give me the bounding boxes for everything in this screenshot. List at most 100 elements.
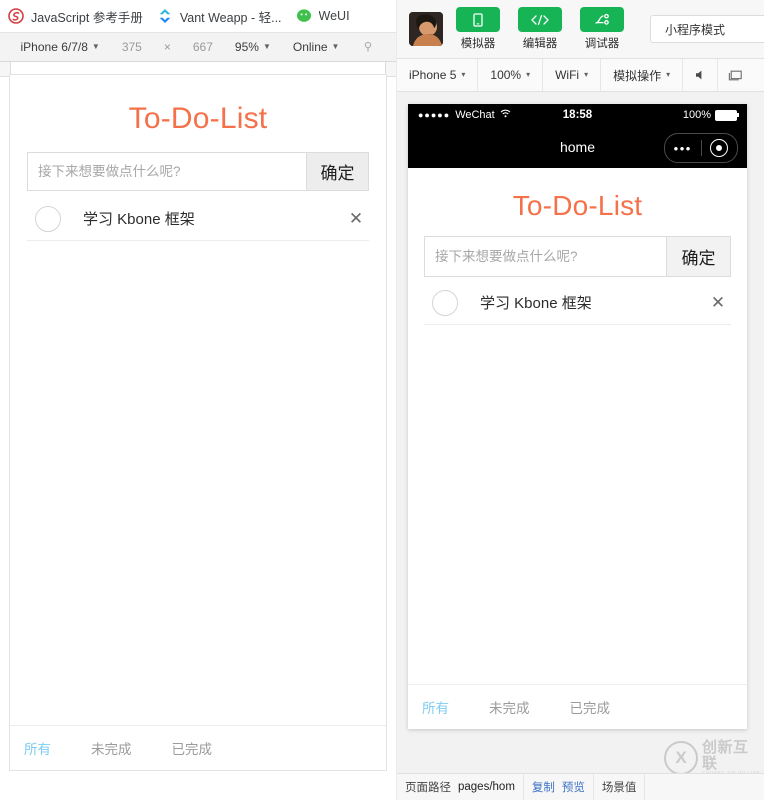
confirm-button[interactable]: 确定 bbox=[306, 153, 368, 190]
chevron-down-icon: ▼ bbox=[91, 42, 100, 51]
phone-simulator: ●●●●● WeChat 18:58 100% home ••• To-Do-L… bbox=[408, 104, 747, 729]
browser-tab-vant[interactable]: Vant Weapp - 轻... bbox=[157, 0, 296, 32]
devtools-status-bar: 页面路径 pages/hom 复制 预览 场景值 bbox=[397, 773, 764, 800]
todo-text: 学习 Kbone 框架 bbox=[480, 295, 592, 312]
tool-editor-label: 编辑器 bbox=[522, 38, 558, 50]
browser-tab-strip: JavaScript 参考手册 Vant Weapp - 轻... WeUI bbox=[0, 0, 396, 32]
wechat-capsule[interactable]: ••• bbox=[664, 133, 738, 163]
todo-checkbox[interactable] bbox=[432, 289, 458, 316]
todo-list: 学习 Kbone 框架 ✕ bbox=[27, 197, 369, 241]
todo-checkbox[interactable] bbox=[35, 205, 61, 232]
filter-tab-completed[interactable]: 已完成 bbox=[172, 738, 213, 758]
simulator-toolbar: iPhone 5 ▾ 100% ▾ WiFi ▾ 模拟操作 ▾ bbox=[397, 59, 764, 92]
debug-icon bbox=[580, 7, 624, 32]
signal-dots-icon: ●●●●● bbox=[418, 110, 451, 120]
chevron-down-icon: ▾ bbox=[461, 70, 466, 79]
tool-debugger-label: 调试器 bbox=[584, 38, 620, 50]
chevron-down-icon: ▾ bbox=[526, 70, 531, 79]
device-select[interactable]: iPhone 6/7/8 ▼ bbox=[10, 40, 111, 54]
zoom-value: 95% bbox=[234, 40, 259, 54]
chevron-down-icon: ▼ bbox=[331, 42, 340, 51]
status-page-path-label: 页面路径 bbox=[405, 782, 451, 794]
sim-network-select[interactable]: WiFi ▾ bbox=[543, 59, 602, 91]
sim-network-value: WiFi bbox=[555, 68, 580, 82]
todo-delete-icon[interactable]: ✕ bbox=[705, 294, 731, 311]
todo-input-row: 确定 bbox=[27, 152, 369, 191]
device-select-value: iPhone 6/7/8 bbox=[20, 40, 88, 54]
throttling-value: Online bbox=[292, 40, 328, 54]
browser-tab-weui[interactable]: WeUI bbox=[296, 0, 364, 32]
browser-tab-javascript[interactable]: JavaScript 参考手册 bbox=[8, 0, 157, 32]
code-icon bbox=[518, 7, 562, 32]
status-carrier: ●●●●● WeChat bbox=[418, 109, 511, 121]
status-battery: 100% bbox=[683, 109, 739, 121]
viewport-width-value: 375 bbox=[121, 40, 142, 54]
browser-window: JavaScript 参考手册 Vant Weapp - 轻... WeUI i… bbox=[0, 0, 396, 800]
watermark: X 创新互联 CHUANG XIN HU LIAN bbox=[664, 738, 762, 778]
sim-simulate-select[interactable]: 模拟操作 ▾ bbox=[601, 59, 684, 91]
screen-root: JavaScript 参考手册 Vant Weapp - 轻... WeUI i… bbox=[0, 0, 764, 800]
runoob-favicon bbox=[8, 8, 24, 24]
wifi-icon bbox=[500, 109, 511, 121]
page-title: To-Do-List bbox=[128, 102, 268, 135]
chevron-down-icon: ▼ bbox=[262, 42, 271, 51]
todo-text: 学习 Kbone 框架 bbox=[83, 211, 195, 228]
more-dots-icon[interactable]: ••• bbox=[665, 141, 701, 156]
watermark-name: 创新互联 bbox=[702, 738, 749, 772]
throttling-select[interactable]: Online ▼ bbox=[282, 40, 351, 54]
filter-tabbar: 所有 未完成 已完成 bbox=[408, 684, 747, 729]
filter-tab-all[interactable]: 所有 bbox=[24, 738, 51, 758]
page-title: To-Do-List bbox=[512, 190, 643, 221]
sim-scale-value: 100% bbox=[490, 68, 522, 82]
chevron-down-icon: ▾ bbox=[584, 70, 589, 79]
device-emulation-toolbar: iPhone 6/7/8 ▼ 375 × 667 95% ▼ Online ▼ bbox=[0, 32, 396, 62]
sim-scale-select[interactable]: 100% ▾ bbox=[478, 59, 544, 91]
battery-icon bbox=[715, 109, 739, 121]
avatar[interactable] bbox=[409, 12, 443, 46]
copy-link[interactable]: 复制 bbox=[532, 779, 555, 795]
tool-editor[interactable]: 编辑器 bbox=[517, 7, 563, 51]
todo-list: 学习 Kbone 框架 ✕ bbox=[424, 281, 731, 325]
carrier-label: WeChat bbox=[455, 109, 495, 121]
viewport-height-value: 667 bbox=[192, 40, 213, 54]
sim-device-value: iPhone 5 bbox=[409, 68, 457, 82]
mode-select[interactable]: 小程序模式 bbox=[650, 15, 764, 43]
todo-input[interactable] bbox=[28, 153, 306, 190]
wechat-favicon bbox=[296, 8, 312, 24]
browser-tab-title: JavaScript 参考手册 bbox=[31, 10, 143, 25]
filter-tab-completed[interactable]: 已完成 bbox=[570, 697, 611, 717]
tool-debugger[interactable]: 调试器 bbox=[579, 7, 625, 51]
filter-tabbar: 所有 未完成 已完成 bbox=[10, 725, 386, 770]
todo-input[interactable] bbox=[425, 237, 666, 276]
phone-nav-bar: home ••• bbox=[408, 126, 747, 168]
nav-title: home bbox=[559, 139, 596, 155]
status-copy-preview[interactable]: 复制 预览 bbox=[524, 774, 594, 800]
tool-simulator-label: 模拟器 bbox=[460, 38, 496, 50]
viewport-width-input[interactable]: 375 bbox=[111, 40, 153, 54]
filter-tab-all[interactable]: 所有 bbox=[422, 697, 449, 717]
status-page-path: 页面路径 pages/hom bbox=[397, 774, 524, 800]
sim-simulate-value: 模拟操作 bbox=[613, 68, 662, 83]
browser-viewport: To-Do-List 确定 学习 Kbone 框架 ✕ 所有 未完成 bbox=[10, 75, 386, 770]
phone-status-bar: ●●●●● WeChat 18:58 100% bbox=[408, 104, 747, 126]
todo-delete-icon[interactable]: ✕ bbox=[343, 210, 369, 227]
more-options-icon[interactable] bbox=[350, 40, 386, 54]
devtools-top-bar: 模拟器 编辑器 调试器 小程序模式 bbox=[397, 0, 764, 59]
filter-tab-active[interactable]: 未完成 bbox=[91, 738, 132, 758]
todo-item[interactable]: 学习 Kbone 框架 ✕ bbox=[27, 197, 369, 241]
tool-simulator[interactable]: 模拟器 bbox=[455, 7, 501, 51]
sim-device-select[interactable]: iPhone 5 ▾ bbox=[397, 59, 479, 91]
todo-item[interactable]: 学习 Kbone 框架 ✕ bbox=[424, 281, 731, 325]
chevron-down-icon: ▾ bbox=[666, 70, 671, 79]
status-scene-label: 场景值 bbox=[601, 782, 637, 794]
target-icon[interactable] bbox=[702, 139, 738, 157]
status-scene: 场景值 bbox=[594, 774, 646, 800]
speaker-icon[interactable] bbox=[683, 59, 719, 91]
viewport-height-input[interactable]: 667 bbox=[182, 40, 224, 54]
viewport-times-label: × bbox=[163, 40, 171, 54]
filter-tab-active[interactable]: 未完成 bbox=[489, 697, 530, 717]
window-icon[interactable] bbox=[718, 59, 753, 91]
preview-link[interactable]: 预览 bbox=[562, 779, 585, 795]
confirm-button[interactable]: 确定 bbox=[666, 237, 730, 276]
zoom-select[interactable]: 95% ▼ bbox=[224, 40, 282, 54]
